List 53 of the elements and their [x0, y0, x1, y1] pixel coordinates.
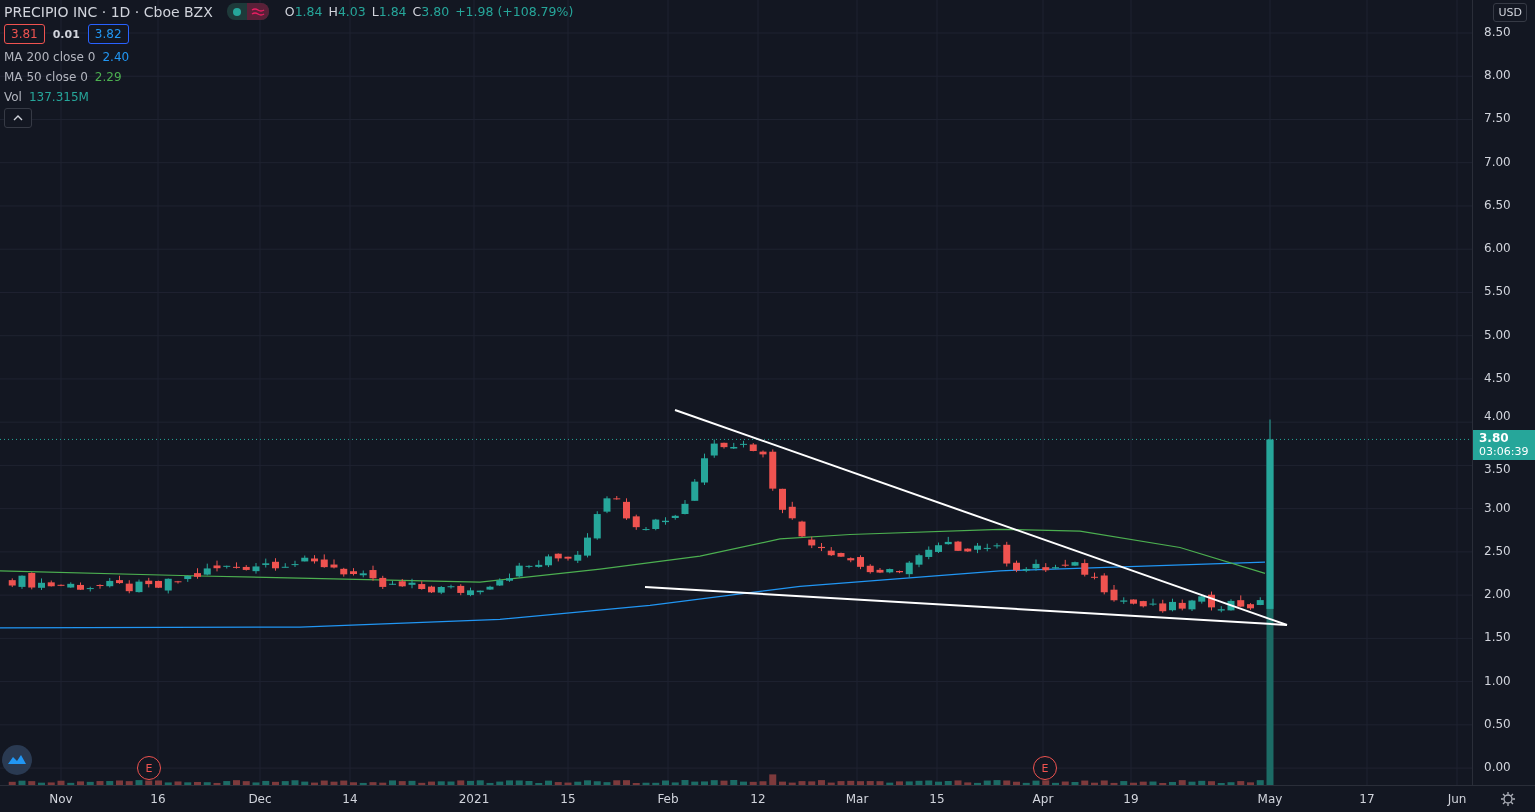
price-tick-label: 0.50 — [1484, 716, 1511, 731]
time-tick-label: 12 — [750, 792, 766, 806]
ohlc-value: L1.84 — [371, 4, 407, 19]
ohlc-value: C3.80 — [412, 4, 450, 19]
chart-title: PRECIPIO INC · 1D · Cboe BZX — [4, 3, 213, 20]
price-change: +1.98 (+108.79%) — [455, 4, 574, 19]
price-tick-label: 2.50 — [1484, 543, 1511, 558]
price-tick-label: 2.00 — [1484, 587, 1511, 602]
price-tick-label: 8.00 — [1484, 68, 1511, 83]
time-tick-label: 2021 — [458, 792, 490, 806]
price-tick-label: 4.50 — [1484, 370, 1511, 385]
spread-value: 0.01 — [52, 27, 80, 41]
time-tick-label: 16 — [150, 792, 166, 806]
currency-button[interactable]: USD — [1493, 3, 1527, 22]
time-tick-label: 14 — [342, 792, 358, 806]
price-tick-label: 5.50 — [1484, 284, 1511, 299]
time-tick-label: Apr — [1032, 792, 1054, 806]
last-price: 3.80 — [1479, 432, 1510, 446]
price-tick-label: 3.50 — [1484, 462, 1511, 477]
price-tick-label: 5.00 — [1484, 327, 1511, 342]
time-tick-label: Nov — [49, 792, 73, 806]
bar-countdown: 03:06:39 — [1479, 445, 1530, 459]
time-tick-label: 15 — [929, 792, 945, 806]
price-tick-label: 1.50 — [1484, 630, 1511, 645]
time-tick-label: Feb — [657, 792, 679, 806]
buy-button[interactable]: 3.82 — [87, 24, 129, 44]
ohlc-value: O1.84 — [284, 4, 323, 19]
time-tick-label: Dec — [248, 792, 272, 806]
price-tick-label: 6.00 — [1484, 241, 1511, 256]
indicator-value: 2.29 — [94, 70, 122, 84]
indicator-value: 137.315M — [28, 90, 89, 104]
price-tick-label: 7.00 — [1484, 154, 1511, 169]
earnings-marker[interactable]: E — [137, 756, 161, 780]
price-tick-label: 3.00 — [1484, 500, 1511, 515]
indicator-name: Vol — [4, 90, 22, 104]
price-tick-label: 8.50 — [1484, 25, 1511, 39]
price-tick-label: 0.00 — [1484, 760, 1511, 775]
price-tick-label: 7.50 — [1484, 111, 1511, 126]
time-tick-label: 15 — [560, 792, 576, 806]
time-tick-label: Mar — [845, 792, 869, 806]
price-tick-label: 6.50 — [1484, 197, 1511, 212]
price-tick-label: 4.00 — [1484, 409, 1511, 424]
indicator-name: MA 200 close 0 — [4, 50, 96, 64]
ohlc-value: H4.03 — [328, 4, 366, 19]
time-tick-label: Jun — [1447, 792, 1467, 806]
indicator-value: 2.40 — [102, 50, 130, 64]
price-tick-label: 1.00 — [1484, 673, 1511, 688]
time-tick-label: 17 — [1359, 792, 1375, 806]
time-tick-label: 19 — [1123, 792, 1139, 806]
indicator-name: MA 50 close 0 — [4, 70, 88, 84]
sell-button[interactable]: 3.81 — [4, 24, 45, 44]
earnings-marker[interactable]: E — [1033, 756, 1057, 780]
time-tick-label: May — [1257, 792, 1283, 806]
